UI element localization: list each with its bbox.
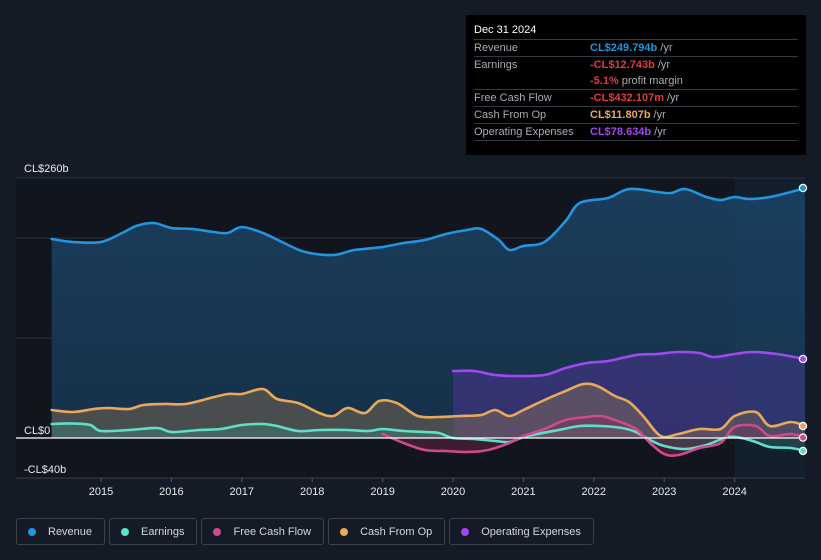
legend-label: Revenue [48,525,93,538]
legend-item-earnings[interactable]: Earnings [109,518,198,545]
legend-item-cash-from-op[interactable]: Cash From Op [328,518,446,545]
x-tick-label: 2021 [511,486,535,498]
y-tick-label: CL$260b [24,163,69,175]
tooltip-row-revenue: Revenue CL$249.794b /yr [474,39,798,56]
legend-item-free-cash-flow[interactable]: Free Cash Flow [201,518,325,545]
tooltip-suffix: /yr [654,126,667,138]
tooltip-value: CL$249.794b [590,42,658,54]
tooltip-suffix: profit margin [621,75,683,87]
tooltip-row-free-cash-flow: Free Cash Flow -CL$432.107m /yr [474,89,798,106]
legend-label: Free Cash Flow [233,525,312,538]
end-marker-fcf [798,433,808,442]
x-tick-label: 2015 [89,486,113,498]
legend: Revenue Earnings Free Cash Flow Cash Fro… [16,518,594,545]
x-tick-label: 2024 [722,486,746,498]
x-tick-label: 2022 [582,486,606,498]
x-axis: 2015 2016 2017 2018 2019 2020 2021 2022 2023 2024 [89,478,747,498]
x-tick-label: 2020 [441,486,465,498]
tooltip-suffix: /yr [660,42,673,54]
legend-item-revenue[interactable]: Revenue [16,518,106,545]
end-marker-opex [798,354,808,364]
tooltip-row-cash-from-op: Cash From Op CL$11.807b /yr [474,106,798,123]
tooltip-label: Free Cash Flow [474,92,552,104]
tooltip-label: Earnings [474,59,518,71]
legend-dot-icon [213,527,222,536]
legend-label: Cash From Op [360,525,433,538]
tooltip-row-earnings: Earnings -CL$12.743b /yr [474,56,798,73]
legend-item-operating-expenses[interactable]: Operating Expenses [449,518,594,545]
x-tick-label: 2018 [300,486,324,498]
forecast-highlight-band [734,178,805,478]
tooltip-label [474,73,590,89]
tooltip-value: CL$11.807b [590,109,651,121]
legend-dot-icon [28,527,36,536]
tooltip-value: -CL$12.743b [590,59,655,71]
tooltip-value: -CL$432.107m [590,92,664,104]
tooltip: Dec 31 2024 Revenue CL$249.794b /yr Earn… [466,15,806,155]
end-marker-cfo [798,421,808,431]
y-tick-label: CL$0 [24,425,50,437]
x-tick-label: 2023 [652,486,676,498]
tooltip-value: -5.1% [590,75,619,87]
end-marker-revenue [798,183,808,193]
tooltip-label: Revenue [474,42,519,54]
legend-label: Earnings [141,525,185,538]
tooltip-value: CL$78.634b [590,126,652,138]
end-marker-earnings [798,446,808,456]
y-tick-label: -CL$40b [24,464,66,476]
tooltip-date: Dec 31 2024 [474,24,537,36]
tooltip-label: Operating Expenses [474,126,574,138]
legend-label: Operating Expenses [481,525,581,538]
x-tick-label: 2017 [230,486,254,498]
tooltip-row-operating-expenses: Operating Expenses CL$78.634b /yr [474,123,798,141]
x-tick-label: 2019 [370,486,394,498]
legend-dot-icon [340,527,349,536]
legend-dot-icon [461,527,470,536]
legend-dot-icon [121,527,130,536]
x-tick-label: 2016 [159,486,183,498]
tooltip-suffix: /yr [667,92,680,104]
tooltip-label: Cash From Op [474,109,547,121]
tooltip-row-profit-margin: -5.1% profit margin [474,73,798,89]
tooltip-suffix: /yr [657,59,671,71]
tooltip-suffix: /yr [653,109,666,121]
